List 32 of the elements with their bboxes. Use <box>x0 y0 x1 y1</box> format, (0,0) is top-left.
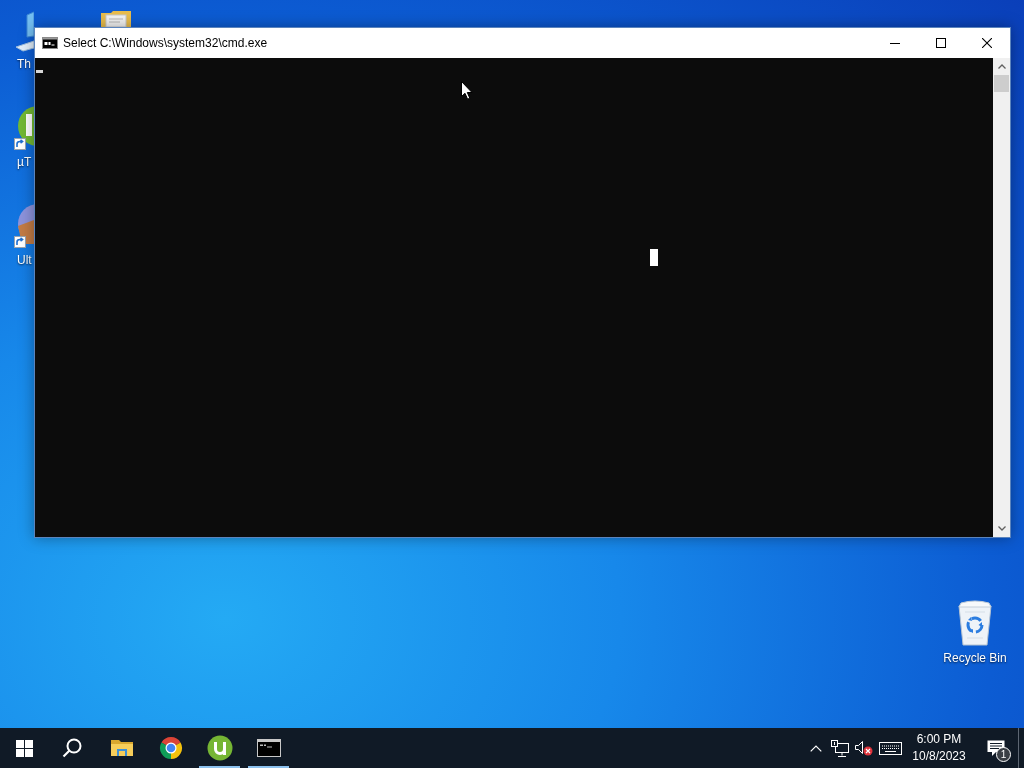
network-monitor-icon <box>831 739 849 757</box>
keyboard-icon <box>878 741 902 755</box>
window-title: Select C:\Windows\system32\cmd.exe <box>63 37 268 49</box>
desktop-icon-label[interactable]: µT <box>17 155 32 169</box>
running-indicator <box>199 766 240 768</box>
terminal-icon <box>256 739 281 757</box>
clock[interactable]: 6:00 PM 10/8/2023 <box>904 728 974 768</box>
mouse-pointer-icon <box>461 81 473 100</box>
folder-icon <box>109 738 134 758</box>
running-indicator <box>248 766 289 768</box>
computer-icon[interactable] <box>14 10 34 52</box>
recycle-bin-icon[interactable] <box>955 600 995 646</box>
search-icon <box>62 738 82 758</box>
selection-cursor <box>650 249 658 266</box>
folder-icon[interactable] <box>100 10 132 27</box>
windows-logo-icon <box>15 739 33 757</box>
close-icon <box>982 38 992 48</box>
chevron-up-icon <box>997 64 1006 69</box>
chevron-down-icon <box>997 526 1006 531</box>
chevron-up-icon <box>810 744 822 752</box>
scrollbar-thumb[interactable] <box>994 75 1009 92</box>
browser-logo-icon <box>158 736 183 760</box>
desktop-icon-label[interactable]: Recycle Bin <box>943 651 1007 665</box>
maximize-icon <box>936 38 946 48</box>
desktop-icon-label[interactable]: Th <box>17 57 31 71</box>
notification-count-badge: 1 <box>996 747 1011 762</box>
torrent-logo-icon <box>206 735 233 761</box>
desktop-icon-label[interactable]: Ult <box>17 253 32 267</box>
notifications-button[interactable]: 1 <box>974 728 1018 768</box>
minimize-icon <box>890 42 900 44</box>
console-app-icon <box>42 37 58 49</box>
text-cursor <box>36 70 43 73</box>
